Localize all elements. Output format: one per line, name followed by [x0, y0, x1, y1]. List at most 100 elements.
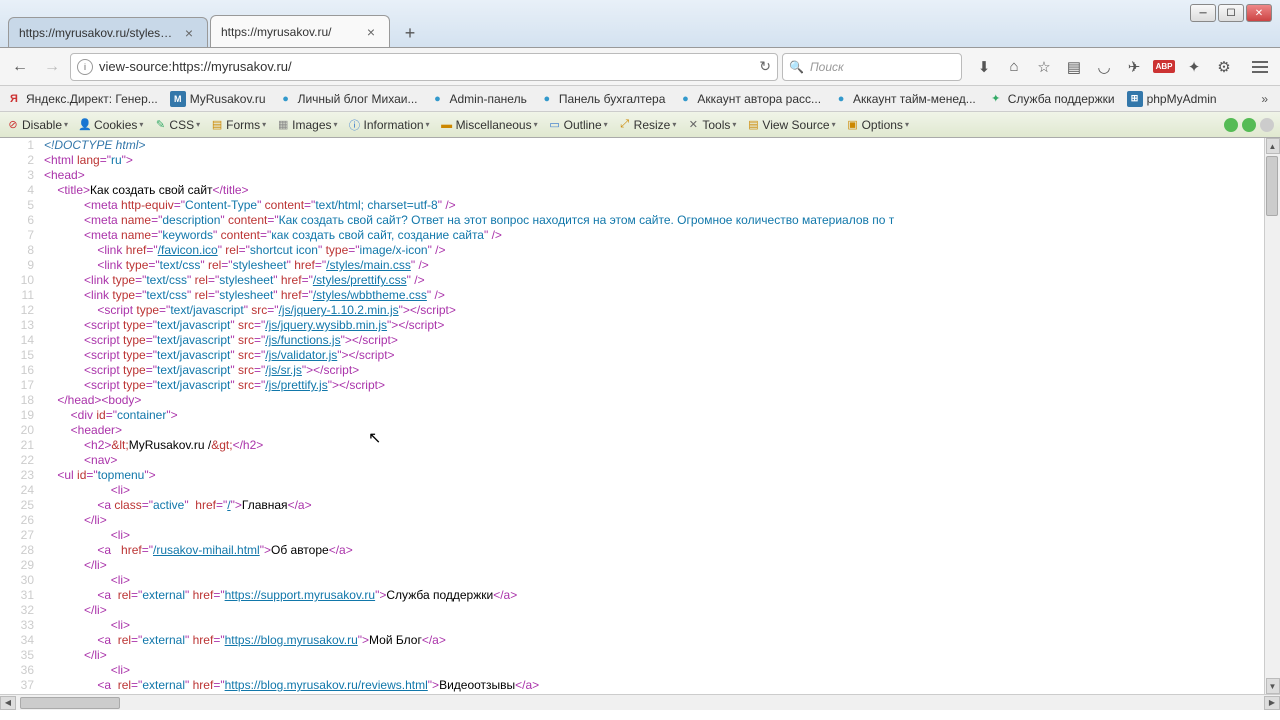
source-line[interactable]: 19 <div id="container">	[0, 408, 1280, 423]
line-code[interactable]: <li>	[44, 573, 1280, 588]
line-code[interactable]: </li>	[44, 603, 1280, 618]
bookmark-0[interactable]: ЯЯндекс.Директ: Генер...	[6, 91, 158, 107]
library-icon[interactable]: ▤	[1064, 57, 1084, 77]
tab-close-icon[interactable]: ×	[181, 25, 197, 41]
line-code[interactable]: </li>	[44, 513, 1280, 528]
line-code[interactable]: <a rel="external" href="https://blog.myr…	[44, 633, 1280, 648]
bookmark-3[interactable]: ●Admin-панель	[429, 91, 526, 107]
source-line[interactable]: 28 <a href="/rusakov-mihail.html">Об авт…	[0, 543, 1280, 558]
source-line[interactable]: 11 <link type="text/css" rel="stylesheet…	[0, 288, 1280, 303]
line-code[interactable]: <script type="text/javascript" src="/js/…	[44, 303, 1280, 318]
send-icon[interactable]: ✈	[1124, 57, 1144, 77]
home-icon[interactable]: ⌂	[1004, 57, 1024, 77]
source-line[interactable]: 7 <meta name="keywords" content="как соз…	[0, 228, 1280, 243]
close-button[interactable]: ✕	[1246, 4, 1272, 22]
line-code[interactable]: <div id="container">	[44, 408, 1280, 423]
bookmark-8[interactable]: ⊞phpMyAdmin	[1127, 91, 1217, 107]
line-code[interactable]: </head><body>	[44, 393, 1280, 408]
line-code[interactable]: </li>	[44, 558, 1280, 573]
vscroll-thumb[interactable]	[1266, 156, 1278, 216]
source-line[interactable]: 33 <li>	[0, 618, 1280, 633]
line-code[interactable]: <li>	[44, 618, 1280, 633]
line-code[interactable]: <ul id="topmenu">	[44, 468, 1280, 483]
line-code[interactable]: <li>	[44, 663, 1280, 678]
line-code[interactable]: </li>	[44, 648, 1280, 663]
source-line[interactable]: 24 <li>	[0, 483, 1280, 498]
devtool-resize[interactable]: ⤢Resize▾	[618, 118, 677, 132]
tab-close-icon[interactable]: ×	[363, 24, 379, 40]
source-line[interactable]: 18 </head><body>	[0, 393, 1280, 408]
source-line[interactable]: 5 <meta http-equiv="Content-Type" conten…	[0, 198, 1280, 213]
minimize-button[interactable]: ─	[1190, 4, 1216, 22]
maximize-button[interactable]: ☐	[1218, 4, 1244, 22]
source-line[interactable]: 21 <h2>&lt;MyRusakov.ru /&gt;</h2>	[0, 438, 1280, 453]
line-code[interactable]: <script type="text/javascript" src="/js/…	[44, 378, 1280, 393]
line-code[interactable]: <meta name="keywords" content="как созда…	[44, 228, 1280, 243]
line-code[interactable]: <a href="/rusakov-mihail.html">Об авторе…	[44, 543, 1280, 558]
line-code[interactable]: <link type="text/css" rel="stylesheet" h…	[44, 258, 1280, 273]
line-code[interactable]: <li>	[44, 483, 1280, 498]
source-line[interactable]: 13 <script type="text/javascript" src="/…	[0, 318, 1280, 333]
bookmark-5[interactable]: ●Аккаунт автора расс...	[677, 91, 821, 107]
source-view[interactable]: 1<!DOCTYPE html>2<html lang="ru">3<head>…	[0, 138, 1280, 694]
url-text[interactable]: view-source:https://myrusakov.ru/	[99, 59, 753, 74]
source-line[interactable]: 6 <meta name="description" content="Как …	[0, 213, 1280, 228]
source-line[interactable]: 30 <li>	[0, 573, 1280, 588]
line-code[interactable]: <link type="text/css" rel="stylesheet" h…	[44, 288, 1280, 303]
forward-button[interactable]: →	[38, 53, 66, 81]
line-code[interactable]: <script type="text/javascript" src="/js/…	[44, 363, 1280, 378]
vertical-scrollbar[interactable]: ▲ ▼	[1264, 138, 1280, 694]
source-line[interactable]: 37 <a rel="external" href="https://blog.…	[0, 678, 1280, 693]
devtool-css[interactable]: ✎CSS▾	[153, 118, 200, 132]
source-line[interactable]: 31 <a rel="external" href="https://suppo…	[0, 588, 1280, 603]
site-info-icon[interactable]: i	[77, 59, 93, 75]
source-line[interactable]: 23 <ul id="topmenu">	[0, 468, 1280, 483]
pocket-icon[interactable]: ◡	[1094, 57, 1114, 77]
devtool-forms[interactable]: ▤Forms▾	[210, 118, 266, 132]
line-code[interactable]: <a class="active" href="/">Главная</a>	[44, 498, 1280, 513]
line-code[interactable]: <a rel="external" href="https://support.…	[44, 588, 1280, 603]
bookmark-7[interactable]: ✦Служба поддержки	[988, 91, 1115, 107]
line-code[interactable]: <link href="/favicon.ico" rel="shortcut …	[44, 243, 1280, 258]
line-code[interactable]: <a rel="external" href="https://blog.myr…	[44, 678, 1280, 693]
bookmark-1[interactable]: MMyRusakov.ru	[170, 91, 266, 107]
devtool-cookies[interactable]: 👤Cookies▾	[78, 118, 143, 132]
source-line[interactable]: 16 <script type="text/javascript" src="/…	[0, 363, 1280, 378]
line-code[interactable]: <meta http-equiv="Content-Type" content=…	[44, 198, 1280, 213]
line-code[interactable]: <h2>&lt;MyRusakov.ru /&gt;</h2>	[44, 438, 1280, 453]
tab-1[interactable]: https://myrusakov.ru/×	[210, 15, 390, 47]
extension-icon[interactable]: ✦	[1184, 57, 1204, 77]
source-line[interactable]: 22 <nav>	[0, 453, 1280, 468]
line-code[interactable]: <!DOCTYPE html>	[44, 138, 1280, 153]
bookmark-4[interactable]: ●Панель бухгалтера	[539, 91, 666, 107]
source-line[interactable]: 20 <header>	[0, 423, 1280, 438]
horizontal-scrollbar[interactable]: ◀ ▶	[0, 694, 1280, 710]
search-bar[interactable]: 🔍 Поиск	[782, 53, 962, 81]
devtool-outline[interactable]: ▭Outline▾	[548, 118, 608, 132]
line-code[interactable]: <header>	[44, 423, 1280, 438]
hscroll-thumb[interactable]	[20, 697, 120, 709]
source-line[interactable]: 2<html lang="ru">	[0, 153, 1280, 168]
scroll-right-button[interactable]: ▶	[1264, 696, 1280, 710]
menu-button[interactable]	[1246, 53, 1274, 81]
bookmarks-icon[interactable]: ☆	[1034, 57, 1054, 77]
line-code[interactable]: <link type="text/css" rel="stylesheet" h…	[44, 273, 1280, 288]
line-code[interactable]: <script type="text/javascript" src="/js/…	[44, 318, 1280, 333]
source-line[interactable]: 15 <script type="text/javascript" src="/…	[0, 348, 1280, 363]
source-line[interactable]: 29 </li>	[0, 558, 1280, 573]
line-code[interactable]: <html lang="ru">	[44, 153, 1280, 168]
source-line[interactable]: 36 <li>	[0, 663, 1280, 678]
back-button[interactable]: ←	[6, 53, 34, 81]
source-line[interactable]: 34 <a rel="external" href="https://blog.…	[0, 633, 1280, 648]
new-tab-button[interactable]: +	[396, 19, 424, 47]
line-code[interactable]: <meta name="description" content="Как со…	[44, 213, 1280, 228]
devtools-icon[interactable]: ⚙	[1214, 57, 1234, 77]
reload-button[interactable]: ↻	[759, 58, 771, 75]
source-line[interactable]: 10 <link type="text/css" rel="stylesheet…	[0, 273, 1280, 288]
source-line[interactable]: 32 </li>	[0, 603, 1280, 618]
devtool-information[interactable]: ⓘInformation▾	[348, 118, 430, 132]
bookmarks-overflow[interactable]: »	[1255, 92, 1274, 106]
vscroll-track[interactable]	[1265, 154, 1280, 678]
source-line[interactable]: 35 </li>	[0, 648, 1280, 663]
line-code[interactable]: <title>Как создать свой сайт</title>	[44, 183, 1280, 198]
